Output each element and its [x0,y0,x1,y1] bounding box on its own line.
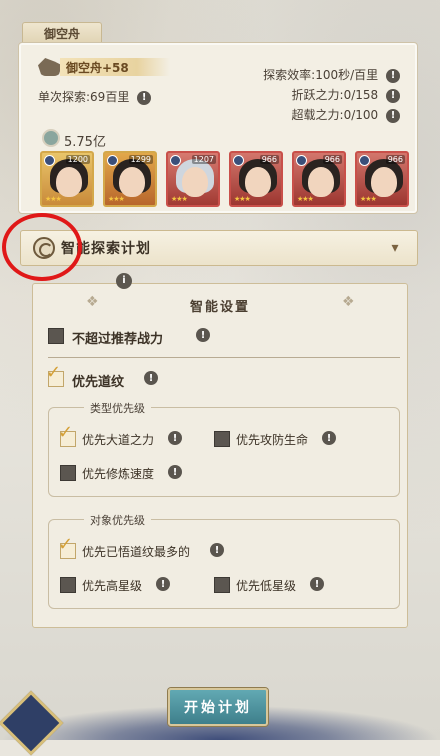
info-icon[interactable]: ! [386,88,400,103]
cultivate-speed-label: 优先修炼速度 [82,467,155,481]
star-icon: ★★★ [234,195,251,203]
star-icon: ★★★ [297,195,314,203]
check-icon: ✓ [58,422,74,443]
prioritize-dao-label: 优先道纹 [72,375,125,390]
element-icon [170,155,181,166]
high-star-checkbox[interactable] [60,577,76,593]
info-icon[interactable]: ! [137,90,152,105]
tip-icon[interactable]: i [116,273,132,289]
info-icon[interactable]: ! [156,577,170,591]
info-icon[interactable]: ! [196,328,210,342]
attack-def-label: 优先攻防生命 [236,433,309,447]
no-exceed-label: 不超过推荐战力 [72,332,164,347]
type-priority-group [48,407,400,497]
info-icon[interactable]: ! [210,543,224,557]
info-icon[interactable]: ! [144,371,158,385]
no-exceed-checkbox[interactable] [48,328,64,344]
hero-level: 1200 [65,155,90,164]
stat-warp-power: 折跃之力:0/158 ! [292,86,400,103]
hero-level: 966 [385,155,405,164]
attack-def-checkbox[interactable] [214,431,230,447]
panel-title-tab: 御空舟 [22,22,102,44]
divider [48,357,400,358]
settings-title: 智能设置 [189,300,250,315]
dao-power-label: 优先大道之力 [82,433,155,447]
ship-name: 御空舟+58 [66,61,129,75]
element-icon [107,155,118,166]
hero-card[interactable]: 966 ★★★ [292,151,346,207]
highlight-circle [2,213,82,281]
single-explore-stat: 单次探索:69百里 ! [38,88,152,105]
star-icon: ★★★ [108,195,125,203]
hero-card[interactable]: 1200 ★★★ [40,151,94,207]
type-priority-title: 类型优先级 [84,400,151,416]
info-icon[interactable]: ! [386,68,400,83]
single-explore-label: 单次探索:69百里 [38,90,130,104]
star-icon: ★★★ [171,195,188,203]
info-icon[interactable]: ! [168,431,182,445]
hero-level: 1207 [191,155,216,164]
target-priority-group [48,519,400,609]
low-star-label: 优先低星级 [236,579,297,593]
most-dao-label: 优先已悟道纹最多的 [82,545,191,559]
check-icon: ✓ [46,362,62,383]
target-priority-title: 对象优先级 [84,512,151,528]
info-icon[interactable]: ! [322,431,336,445]
check-icon: ✓ [58,534,74,555]
hero-level: 966 [259,155,279,164]
element-icon [233,155,244,166]
element-icon [359,155,370,166]
hero-card[interactable]: 966 ★★★ [229,151,283,207]
cultivate-speed-checkbox[interactable] [60,465,76,481]
stat-overload-power: 超载之力:0/100 ! [292,106,400,123]
element-icon [44,155,55,166]
hero-card[interactable]: 1299 ★★★ [103,151,157,207]
stat-explore-efficiency: 探索效率:100秒/百里 ! [263,66,400,83]
high-star-label: 优先高星级 [82,579,143,593]
element-icon [296,155,307,166]
hero-level: 1299 [128,155,153,164]
hero-card[interactable]: 966 ★★★ [355,151,409,207]
start-plan-button[interactable]: 开始计划 [168,688,268,726]
chevron-down-icon[interactable]: ▾ [387,240,403,256]
star-icon: ★★★ [45,195,62,203]
combat-power-icon [42,129,60,147]
hero-level: 966 [322,155,342,164]
low-star-checkbox[interactable] [214,577,230,593]
info-icon[interactable]: ! [386,108,400,123]
info-icon[interactable]: ! [310,577,324,591]
combat-power-value: 5.75亿 [64,135,106,150]
hero-lineup: 1200 ★★★ 1299 ★★★ 1207 ★★★ 966 ★★★ 966 ★… [40,151,409,207]
info-icon[interactable]: ! [168,465,182,479]
hero-card[interactable]: 1207 ★★★ [166,151,220,207]
star-icon: ★★★ [360,195,377,203]
